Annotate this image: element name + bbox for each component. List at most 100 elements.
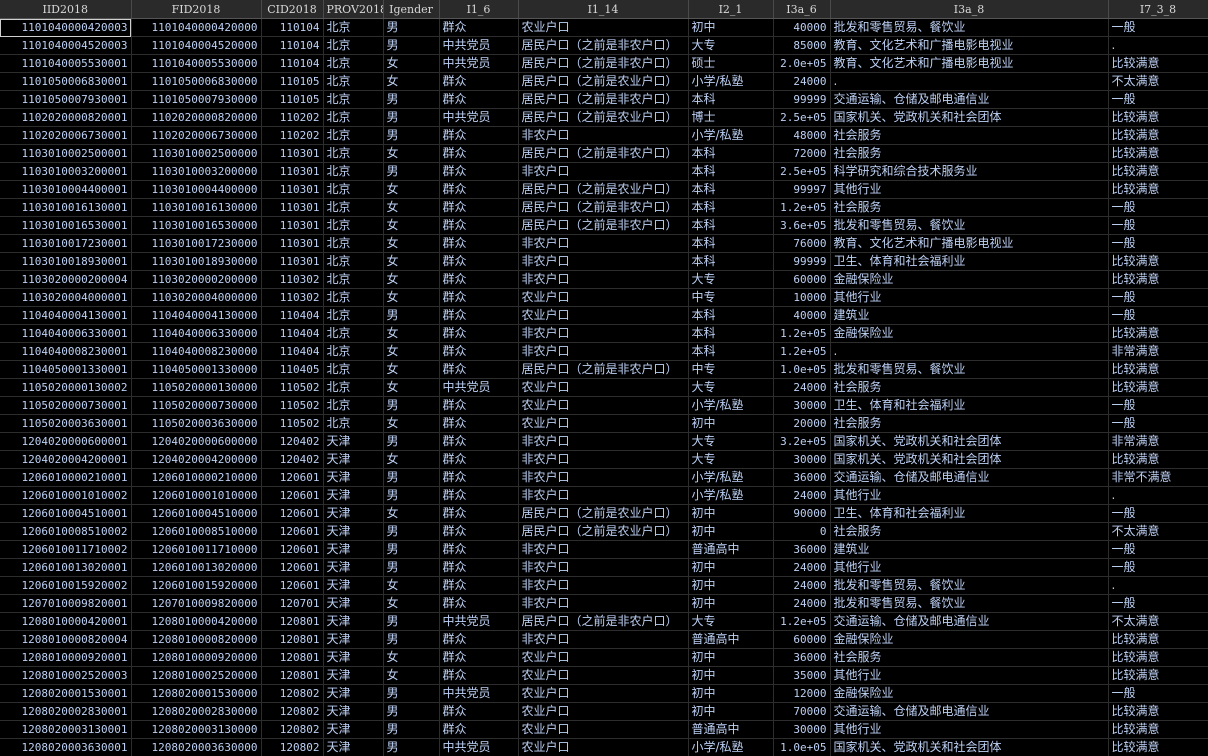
cell-i3a-6[interactable]: 36000	[773, 540, 831, 559]
cell-i3a-8[interactable]: 国家机关、党政机关和社会团体	[830, 450, 1109, 469]
cell-i7-3-8[interactable]: 比较满意	[1108, 630, 1208, 649]
cell-cid2018[interactable]: 120801	[261, 666, 324, 685]
cell-i3a-6[interactable]: 10000	[773, 288, 831, 307]
cell-i3a-8[interactable]: 社会服务	[830, 378, 1109, 397]
cell-i1-14[interactable]: 居民户口（之前是非农户口）	[518, 198, 689, 217]
cell-i1-6[interactable]: 群众	[439, 360, 519, 379]
cell-fid2018[interactable]: 1204020000600000	[131, 432, 262, 451]
cell-cid2018[interactable]: 120701	[261, 594, 324, 613]
cell-iid2018[interactable]: 1102020006730001	[0, 126, 132, 145]
cell-cid2018[interactable]: 120802	[261, 702, 324, 721]
cell-cid2018[interactable]: 110404	[261, 342, 324, 361]
cell-i1-14[interactable]: 农业户口	[518, 306, 689, 325]
cell-i3a-6[interactable]: 99999	[773, 90, 831, 109]
cell-i7-3-8[interactable]: 一般	[1108, 216, 1208, 235]
cell-cid2018[interactable]: 120402	[261, 450, 324, 469]
cell-prov2018[interactable]: 北京	[323, 108, 384, 127]
cell-iid2018[interactable]: 1104040004130001	[0, 306, 132, 325]
cell-fid2018[interactable]: 1206010011710000	[131, 540, 262, 559]
cell-cid2018[interactable]: 120601	[261, 522, 324, 541]
cell-i1-6[interactable]: 群众	[439, 558, 519, 577]
cell-cid2018[interactable]: 110404	[261, 306, 324, 325]
column-header-i7-3-8[interactable]: I7_3_8	[1108, 0, 1208, 19]
cell-fid2018[interactable]: 1204020004200000	[131, 450, 262, 469]
table-row[interactable]: 1208010000920001 1208010000920000 120801 天津…	[0, 648, 1208, 667]
cell-i3a-6[interactable]: 60000	[773, 630, 831, 649]
cell-i7-3-8[interactable]: 比较满意	[1108, 378, 1208, 397]
cell-i3a-6[interactable]: 48000	[773, 126, 831, 145]
cell-igender[interactable]: 男	[383, 468, 440, 487]
cell-i1-6[interactable]: 群众	[439, 720, 519, 739]
cell-i1-6[interactable]: 群众	[439, 702, 519, 721]
table-row[interactable]: 1101050007930001 1101050007930000 110105 北京…	[0, 90, 1208, 109]
cell-i1-6[interactable]: 群众	[439, 306, 519, 325]
cell-prov2018[interactable]: 天津	[323, 648, 384, 667]
cell-igender[interactable]: 男	[383, 630, 440, 649]
cell-i1-6[interactable]: 群众	[439, 432, 519, 451]
cell-igender[interactable]: 女	[383, 324, 440, 343]
cell-fid2018[interactable]: 1105020000130000	[131, 378, 262, 397]
cell-i2-1[interactable]: 小学/私塾	[688, 738, 774, 756]
table-row[interactable]: 1102020000820001 1102020000820000 110202 北京…	[0, 108, 1208, 127]
cell-i2-1[interactable]: 本科	[688, 198, 774, 217]
cell-fid2018[interactable]: 1101050006830000	[131, 72, 262, 91]
cell-i3a-6[interactable]: 1.2e+05	[773, 612, 831, 631]
cell-i7-3-8[interactable]: 比较满意	[1108, 108, 1208, 127]
cell-igender[interactable]: 男	[383, 306, 440, 325]
cell-fid2018[interactable]: 1101040004520000	[131, 36, 262, 55]
cell-igender[interactable]: 男	[383, 540, 440, 559]
table-row[interactable]: 1208020003630001 1208020003630000 120802 天津…	[0, 738, 1208, 756]
cell-fid2018[interactable]: 1208020003630000	[131, 738, 262, 756]
cell-i3a-6[interactable]: 1.0e+05	[773, 738, 831, 756]
cell-i3a-6[interactable]: 72000	[773, 144, 831, 163]
table-row[interactable]: 1103010016530001 1103010016530000 110301 北京…	[0, 216, 1208, 235]
cell-i7-3-8[interactable]: 不太满意	[1108, 612, 1208, 631]
cell-i2-1[interactable]: 初中	[688, 558, 774, 577]
cell-i2-1[interactable]: 初中	[688, 648, 774, 667]
cell-iid2018[interactable]: 1103020004000001	[0, 288, 132, 307]
cell-fid2018[interactable]: 1104050001330000	[131, 360, 262, 379]
cell-prov2018[interactable]: 北京	[323, 216, 384, 235]
cell-prov2018[interactable]: 天津	[323, 432, 384, 451]
cell-iid2018[interactable]: 1101050007930001	[0, 90, 132, 109]
cell-i3a-6[interactable]: 30000	[773, 396, 831, 415]
cell-cid2018[interactable]: 110202	[261, 126, 324, 145]
cell-i1-6[interactable]: 群众	[439, 72, 519, 91]
cell-iid2018[interactable]: 1206010011710002	[0, 540, 132, 559]
cell-i2-1[interactable]: 小学/私塾	[688, 72, 774, 91]
cell-cid2018[interactable]: 110202	[261, 108, 324, 127]
cell-prov2018[interactable]: 天津	[323, 468, 384, 487]
cell-iid2018[interactable]: 1103010003200001	[0, 162, 132, 181]
cell-igender[interactable]: 女	[383, 504, 440, 523]
cell-fid2018[interactable]: 1103010017230000	[131, 234, 262, 253]
cell-i7-3-8[interactable]: 比较满意	[1108, 738, 1208, 756]
cell-i3a-6[interactable]: 24000	[773, 72, 831, 91]
cell-i3a-6[interactable]: 24000	[773, 558, 831, 577]
cell-cid2018[interactable]: 120801	[261, 612, 324, 631]
cell-cid2018[interactable]: 110404	[261, 324, 324, 343]
cell-cid2018[interactable]: 110502	[261, 378, 324, 397]
cell-i7-3-8[interactable]: 一般	[1108, 540, 1208, 559]
cell-i3a-6[interactable]: 1.2e+05	[773, 324, 831, 343]
cell-i1-14[interactable]: 非农户口	[518, 162, 689, 181]
cell-prov2018[interactable]: 天津	[323, 666, 384, 685]
cell-i1-6[interactable]: 群众	[439, 180, 519, 199]
cell-i1-14[interactable]: 非农户口	[518, 558, 689, 577]
cell-fid2018[interactable]: 1105020000730000	[131, 396, 262, 415]
cell-cid2018[interactable]: 110104	[261, 18, 324, 37]
cell-i1-6[interactable]: 中共党员	[439, 378, 519, 397]
cell-i1-14[interactable]: 非农户口	[518, 450, 689, 469]
cell-i1-6[interactable]: 群众	[439, 468, 519, 487]
cell-i7-3-8[interactable]: 一般	[1108, 90, 1208, 109]
table-row[interactable]: 1208020001530001 1208020001530000 120802 天津…	[0, 684, 1208, 703]
cell-i3a-8[interactable]: 国家机关、党政机关和社会团体	[830, 432, 1109, 451]
cell-prov2018[interactable]: 天津	[323, 522, 384, 541]
cell-i3a-6[interactable]: 24000	[773, 594, 831, 613]
cell-i3a-6[interactable]: 2.5e+05	[773, 108, 831, 127]
cell-i2-1[interactable]: 初中	[688, 684, 774, 703]
cell-igender[interactable]: 男	[383, 684, 440, 703]
cell-prov2018[interactable]: 天津	[323, 540, 384, 559]
table-row[interactable]: 1104040008230001 1104040008230000 110404 北京…	[0, 342, 1208, 361]
cell-igender[interactable]: 男	[383, 720, 440, 739]
cell-igender[interactable]: 男	[383, 432, 440, 451]
